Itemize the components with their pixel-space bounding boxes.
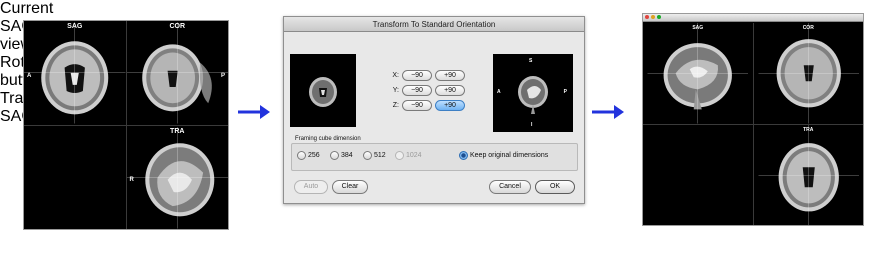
pane-label-sag: SAG [67, 23, 83, 30]
current-sag-brain-image [309, 77, 337, 107]
rotation-row-z: Z: −90 +90 [387, 100, 465, 111]
radio-256-label: 256 [308, 152, 320, 159]
radio-256-circle[interactable] [297, 151, 306, 160]
right-viewer-grid: SAG COR TRA [643, 23, 863, 225]
radio-1024-label: 1024 [406, 152, 422, 159]
minimize-icon[interactable] [651, 15, 655, 19]
orient-label-i: I [531, 122, 533, 128]
auto-button: Auto [294, 180, 328, 194]
rotation-row-y: Y: −90 +90 [387, 85, 465, 96]
left-viewer-grid: SAG A COR P TRA R [24, 21, 228, 229]
right-viewer-window: SAG COR TRA [642, 13, 864, 226]
rotate-x-minus-button[interactable]: −90 [402, 70, 432, 81]
orient-label-p-transformed: P [563, 89, 567, 95]
axis-label-y: Y: [392, 87, 399, 94]
radio-256[interactable]: 256 [297, 151, 320, 160]
radio-keep-original-label: Keep original dimensions [470, 152, 549, 159]
right-pane-label-cor: COR [802, 25, 814, 31]
right-sag-brain-image [647, 23, 748, 124]
pane-label-tra: TRA [170, 127, 185, 135]
radio-512[interactable]: 512 [363, 151, 386, 160]
dialog-title: Transform To Standard Orientation [284, 17, 584, 32]
right-pane-label-sag: SAG [692, 25, 704, 31]
right-pane-label-tra: TRA [803, 126, 814, 133]
orient-label-r: R [129, 177, 134, 184]
radio-512-label: 512 [374, 152, 386, 159]
right-sag-pane[interactable]: SAG [643, 23, 753, 124]
right-arrow-icon [238, 105, 270, 119]
orient-label-p: P [220, 72, 225, 79]
left-tra-pane[interactable]: TRA R [126, 125, 228, 229]
left-cor-brain-image [126, 22, 228, 124]
left-cor-pane[interactable]: COR P [126, 21, 228, 125]
rotate-y-plus-button[interactable]: +90 [435, 85, 465, 96]
cancel-button[interactable]: Cancel [489, 180, 531, 194]
orient-label-a: A [27, 72, 32, 79]
clear-button[interactable]: Clear [332, 180, 368, 194]
radio-384[interactable]: 384 [330, 151, 353, 160]
right-tra-brain-image [758, 124, 859, 225]
rotation-row-x: X: −90 +90 [387, 70, 465, 81]
radio-keep-original-circle[interactable] [459, 151, 468, 160]
close-icon[interactable] [645, 15, 649, 19]
right-viewer-titlebar [643, 14, 863, 22]
left-viewer-window: SAG A COR P TRA R [23, 20, 229, 230]
transformed-sag-brain-image [518, 76, 548, 114]
transformed-sag-thumbnail: S A P I [493, 54, 573, 132]
orient-label-s: S [529, 58, 533, 64]
left-tra-brain-image [126, 126, 228, 228]
radio-384-label: 384 [341, 152, 353, 159]
framing-cube-legend: Framing cube dimension [295, 136, 361, 142]
right-empty-pane [643, 124, 753, 225]
zoom-icon[interactable] [657, 15, 661, 19]
radio-keep-original[interactable]: Keep original dimensions [459, 151, 548, 160]
radio-384-circle[interactable] [330, 151, 339, 160]
rotate-z-minus-button[interactable]: −90 [402, 100, 432, 111]
radio-512-circle[interactable] [363, 151, 372, 160]
rotate-z-plus-button[interactable]: +90 [435, 100, 465, 111]
axis-label-x: X: [392, 72, 399, 79]
right-cor-brain-image [758, 23, 859, 124]
rotate-y-minus-button[interactable]: −90 [402, 85, 432, 96]
rotate-x-plus-button[interactable]: +90 [435, 70, 465, 81]
orient-label-a-transformed: A [497, 89, 501, 95]
right-cor-pane[interactable]: COR [753, 23, 863, 124]
left-sag-brain-image [24, 22, 126, 124]
pane-label-cor: COR [169, 23, 186, 30]
window-controls [645, 15, 661, 19]
radio-1024-circle [395, 151, 404, 160]
radio-1024: 1024 [395, 151, 422, 160]
left-empty-pane [24, 125, 126, 229]
right-tra-pane[interactable]: TRA [753, 124, 863, 225]
ok-button[interactable]: OK [535, 180, 575, 194]
current-sag-thumbnail [290, 54, 356, 127]
right-arrow-icon [592, 105, 624, 119]
left-sag-pane[interactable]: SAG A [24, 21, 126, 125]
axis-label-z: Z: [392, 102, 399, 109]
